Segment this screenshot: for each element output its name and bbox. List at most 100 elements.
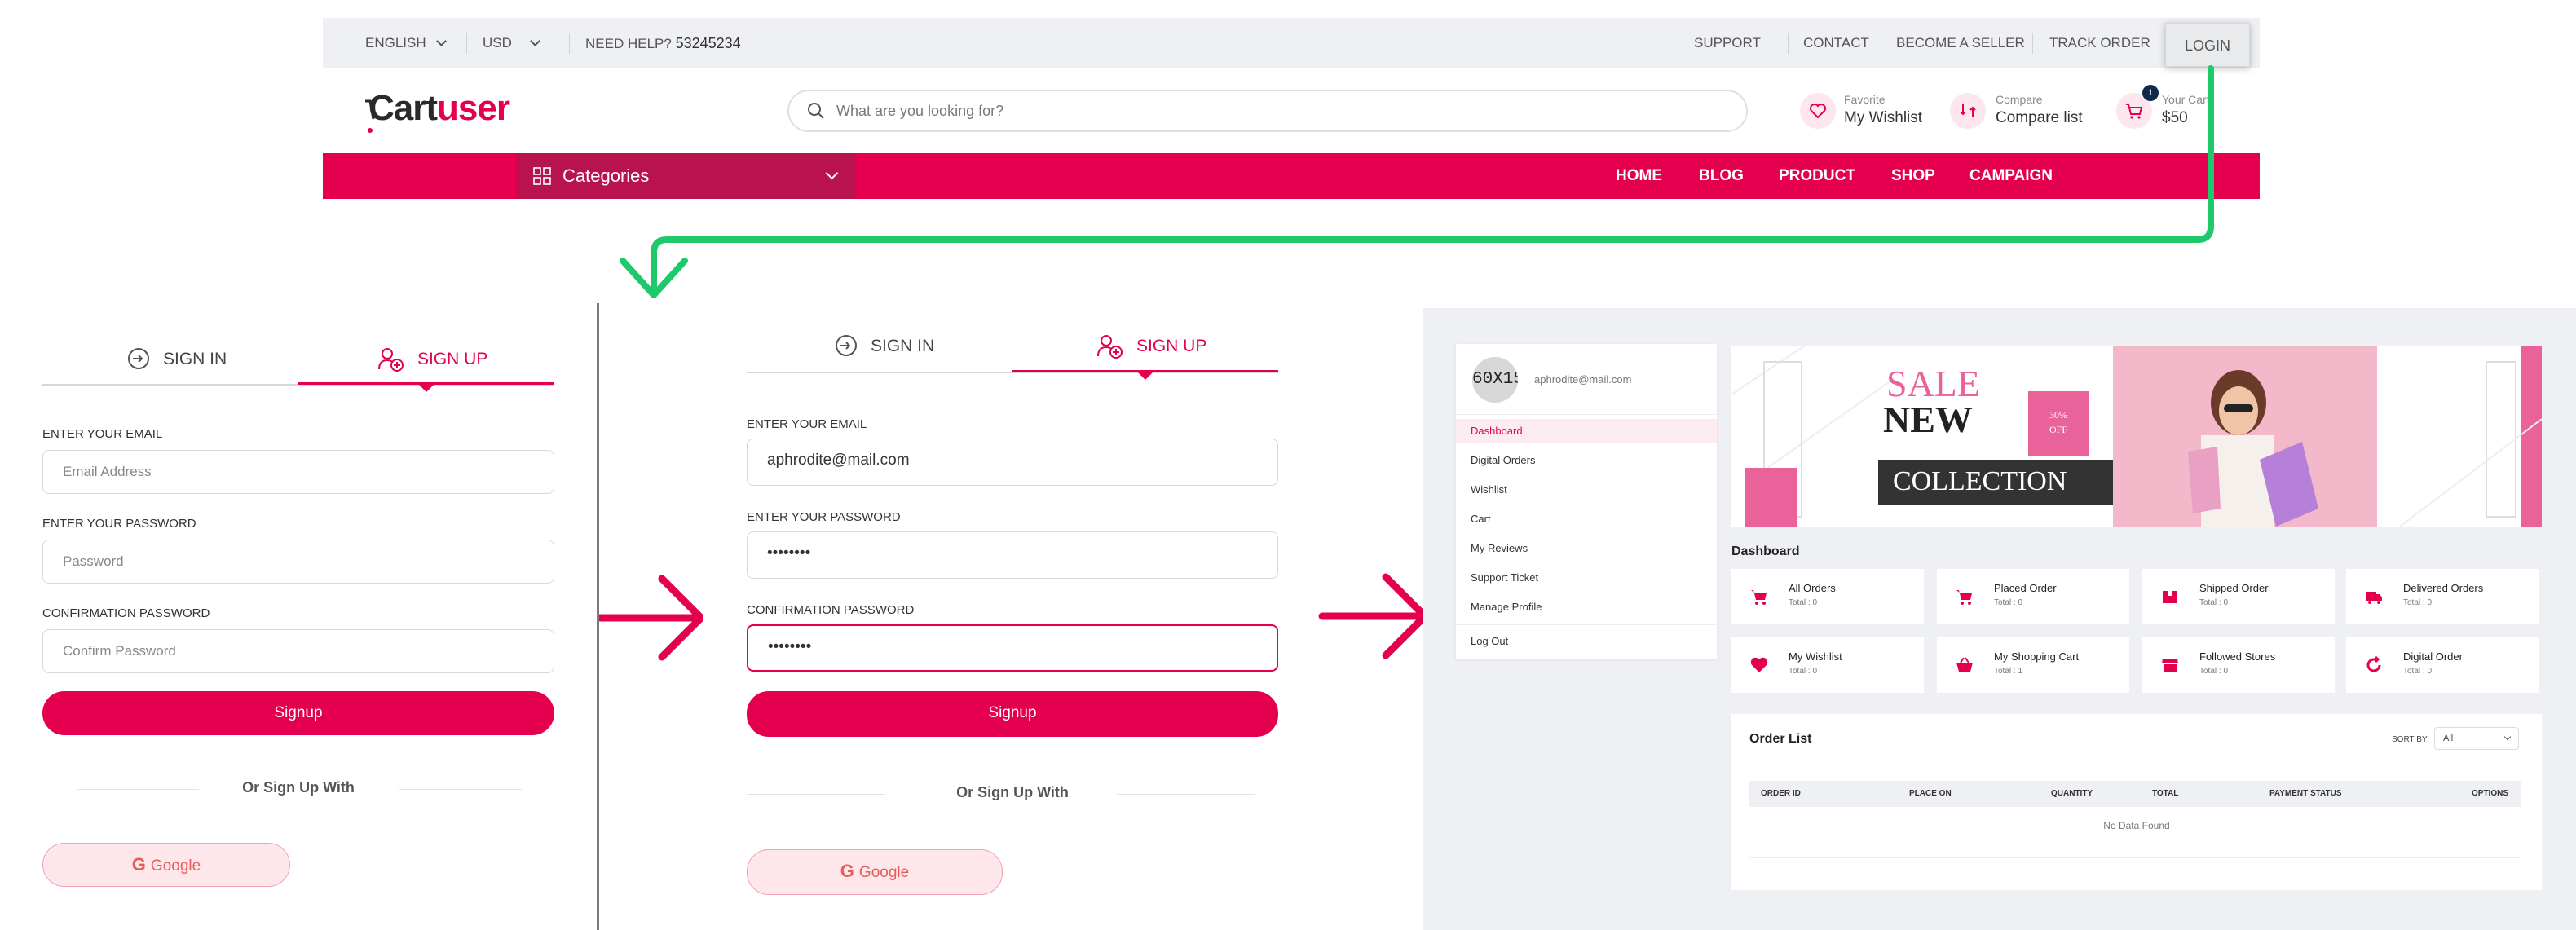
chevron-down-icon — [2503, 733, 2512, 741]
truck-icon — [2366, 592, 2382, 604]
stat-card-total: Total : 1 — [1994, 667, 2023, 676]
banner-new: NEW — [1883, 399, 1973, 440]
tab-sign-up[interactable]: SIGN UP — [1097, 323, 1206, 370]
sidebar-item-wishlist[interactable]: Wishlist — [1456, 478, 1717, 502]
green-flow-arrow — [651, 65, 2214, 293]
active-tab-caret — [419, 385, 434, 392]
email-field[interactable]: Email Address — [42, 450, 554, 494]
email-label: ENTER YOUR EMAIL — [747, 417, 867, 431]
password-field[interactable]: •••••••• — [747, 531, 1278, 579]
sort-select[interactable]: All — [2434, 727, 2519, 750]
confirm-password-field[interactable]: •••••••• — [747, 624, 1278, 672]
banner-discount-bottom: OFF — [2049, 424, 2067, 435]
sort-by-label: SORT BY: — [2392, 735, 2429, 744]
stat-card-total: Total : 0 — [2403, 598, 2433, 607]
box-icon — [2163, 591, 2177, 603]
confirm-password-label: CONFIRMATION PASSWORD — [42, 606, 210, 620]
dashboard-title: Dashboard — [1731, 544, 1800, 558]
stat-card-title: My Shopping Cart — [1994, 650, 2080, 663]
stat-card-title: My Wishlist — [1789, 650, 1842, 663]
password-label: ENTER YOUR PASSWORD — [42, 517, 196, 531]
sidebar-item-my-reviews[interactable]: My Reviews — [1456, 536, 1717, 561]
no-data-message: No Data Found — [2103, 820, 2170, 831]
or-divider-right — [1117, 794, 1255, 795]
sidebar-item-log-out[interactable]: Log Out — [1456, 629, 1717, 654]
sidebar-item-dashboard[interactable]: Dashboard — [1456, 419, 1717, 443]
google-label: Google — [150, 857, 201, 875]
or-divider-right — [399, 789, 522, 790]
stat-card-title: Digital Order — [2403, 650, 2463, 663]
stat-card-digital-order[interactable]: Digital Order Total : 0 — [2346, 637, 2539, 693]
google-icon: G — [840, 861, 854, 881]
confirm-password-field[interactable]: Confirm Password — [42, 629, 554, 673]
sign-in-icon — [128, 348, 149, 369]
stat-card-followed-stores[interactable]: Followed Stores Total : 0 — [2142, 637, 2335, 693]
store-icon — [2162, 659, 2178, 672]
stat-card-title: Placed Order — [1994, 582, 2057, 594]
banner-discount-top: 30% — [2049, 409, 2067, 421]
heart-icon — [1750, 657, 1768, 672]
stat-card-all-orders[interactable]: All Orders Total : 0 — [1731, 569, 1924, 624]
order-table-header: ORDER ID PLACE ON QUANTITY TOTAL PAYMENT… — [1749, 781, 2521, 807]
banner-collection: COLLECTION — [1893, 466, 2067, 496]
cart-icon — [1956, 590, 1972, 605]
order-list-panel: Order List SORT BY: All ORDER ID PLACE O… — [1731, 714, 2542, 890]
password-field[interactable]: Password — [42, 540, 554, 584]
stat-card-total: Total : 0 — [1789, 598, 1818, 607]
basket-icon — [1956, 657, 1973, 672]
stat-card-total: Total : 0 — [1994, 598, 2023, 607]
google-button[interactable]: G Google — [747, 849, 1003, 895]
signup-button[interactable]: Signup — [42, 691, 554, 735]
red-flow-arrow-1 — [596, 575, 705, 661]
tab-sign-in-label: SIGN IN — [163, 350, 227, 368]
sidebar-item-cart[interactable]: Cart — [1456, 507, 1717, 531]
column-quantity: QUANTITY — [2051, 789, 2093, 798]
stat-card-my-shopping-cart[interactable]: My Shopping Cart Total : 1 — [1937, 637, 2129, 693]
google-label: Google — [858, 864, 910, 881]
user-add-icon — [1097, 335, 1123, 359]
google-icon: G — [131, 854, 146, 875]
avatar[interactable]: 60X15 — [1472, 357, 1518, 403]
active-tab-caret — [1138, 372, 1153, 380]
column-place-on: PLACE ON — [1909, 789, 1952, 798]
table-bottom-rule — [1749, 857, 2521, 858]
sort-value: All — [2443, 734, 2454, 743]
stat-card-total: Total : 0 — [2199, 598, 2229, 607]
stat-card-placed-order[interactable]: Placed Order Total : 0 — [1937, 569, 2129, 624]
sidebar-item-digital-orders[interactable]: Digital Orders — [1456, 448, 1717, 473]
stat-card-title: Followed Stores — [2199, 650, 2276, 663]
user-email: aphrodite@mail.com — [1534, 373, 1632, 386]
column-options: OPTIONS — [2472, 789, 2509, 798]
tab-sign-up-label: SIGN UP — [417, 350, 488, 368]
email-label: ENTER YOUR EMAIL — [42, 427, 163, 441]
user-add-icon — [378, 348, 404, 372]
stat-card-title: Delivered Orders — [2403, 582, 2484, 594]
google-button[interactable]: G Google — [42, 843, 290, 887]
stat-card-shipped-order[interactable]: Shipped Order Total : 0 — [2142, 569, 2335, 624]
signup-form-filled: SIGN IN SIGN UP ENTER YOUR EMAIL aphrodi… — [703, 303, 1296, 930]
password-label: ENTER YOUR PASSWORD — [747, 510, 901, 524]
red-flow-arrow-2 — [1318, 573, 1429, 659]
tab-sign-in[interactable]: SIGN IN — [835, 323, 934, 370]
promo-banner[interactable]: SALE NEW COLLECTION 30% OFF — [1731, 346, 2542, 527]
tab-sign-in[interactable]: SIGN IN — [127, 336, 227, 383]
stat-card-total: Total : 0 — [2403, 667, 2433, 676]
stat-card-my-wishlist[interactable]: My Wishlist Total : 0 — [1731, 637, 1924, 693]
sidebar-item-support-ticket[interactable]: Support Ticket — [1456, 566, 1717, 590]
dashboard-sidebar: 60X15 aphrodite@mail.com Dashboard Digit… — [1456, 344, 1717, 659]
cart-icon — [1751, 590, 1767, 605]
panel-divider — [597, 303, 599, 930]
divider — [1456, 414, 1717, 415]
stat-card-total: Total : 0 — [2199, 667, 2229, 676]
stat-card-delivered-orders[interactable]: Delivered Orders Total : 0 — [2346, 569, 2539, 624]
tab-sign-up[interactable]: SIGN UP — [378, 336, 487, 383]
signup-button[interactable]: Signup — [747, 691, 1278, 737]
sidebar-item-manage-profile[interactable]: Manage Profile — [1456, 595, 1717, 619]
email-field[interactable]: aphrodite@mail.com — [747, 439, 1278, 486]
banner-art — [1731, 346, 2542, 527]
stat-card-title: Shipped Order — [2199, 582, 2269, 594]
column-total: TOTAL — [2152, 789, 2179, 798]
tab-sign-in-label: SIGN IN — [871, 337, 935, 355]
signup-form-empty: SIGN IN SIGN UP ENTER YOUR EMAIL Email A… — [0, 303, 597, 930]
divider — [1456, 624, 1717, 625]
